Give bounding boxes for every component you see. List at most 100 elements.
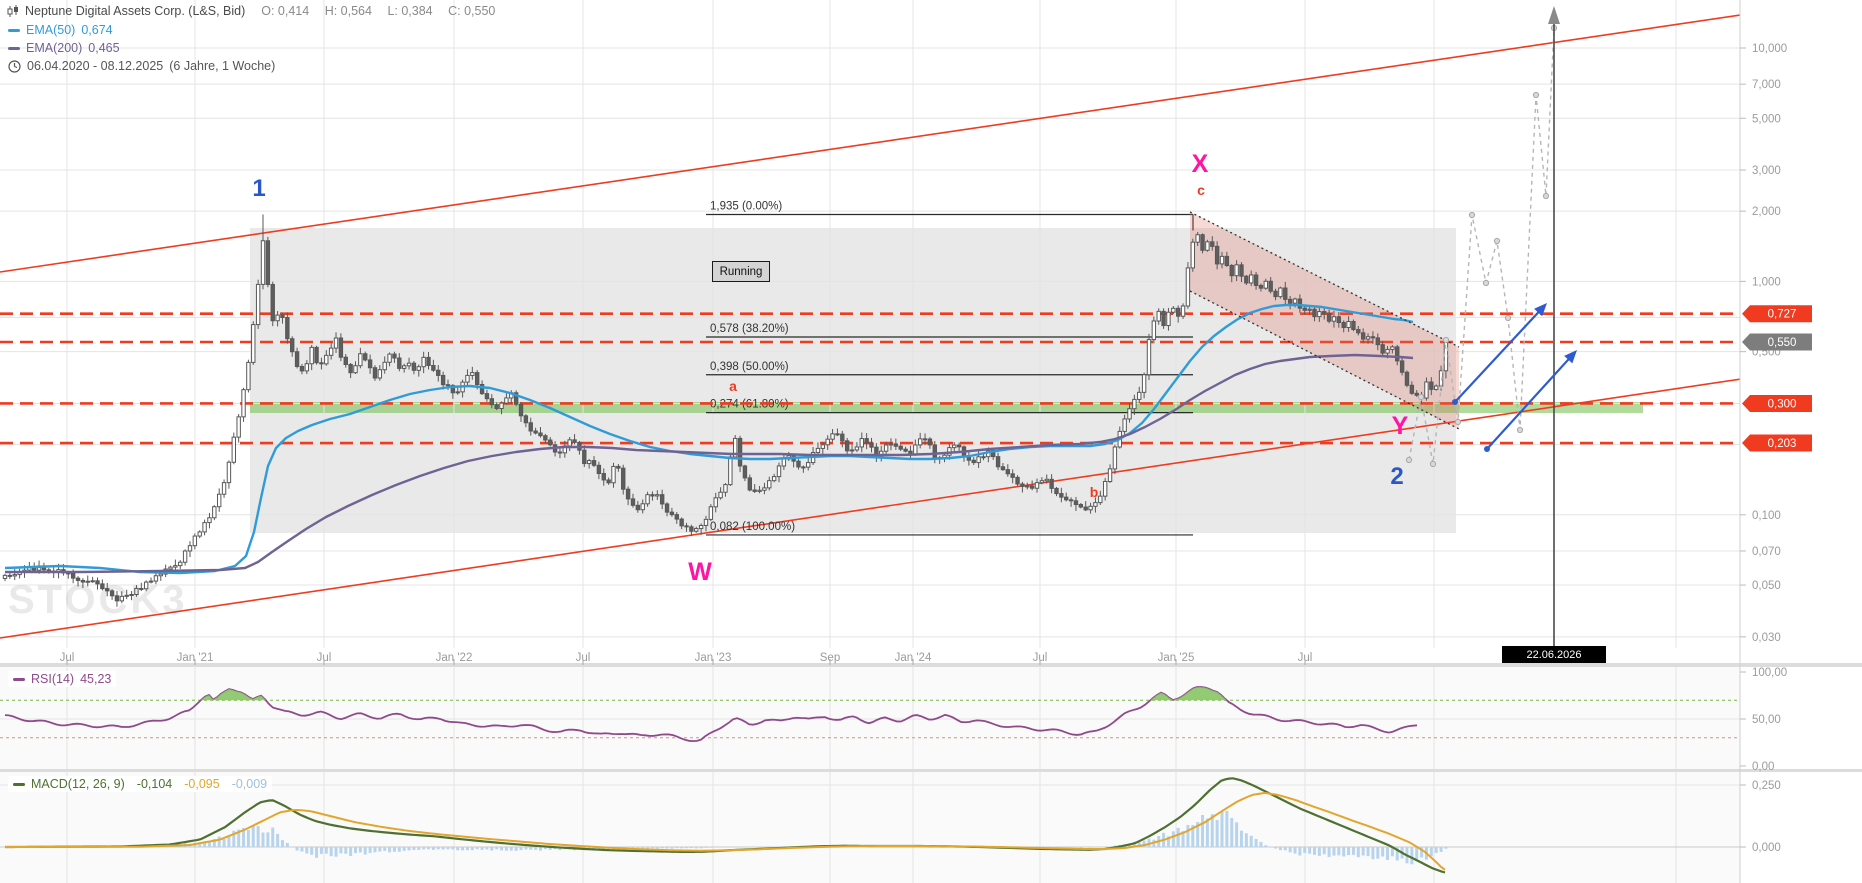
macd-histogram-bar xyxy=(651,847,654,848)
macd-histogram-bar xyxy=(515,847,518,851)
macd-histogram-bar xyxy=(675,847,678,848)
macd-histogram-bar xyxy=(198,844,201,847)
open-value: O: 0,414 xyxy=(261,4,309,18)
macd-legend-row[interactable]: MACD(12, 26, 9) -0,104 -0,095 -0,009 xyxy=(8,776,272,792)
macd-histogram-bar xyxy=(354,847,357,853)
date-range-text: 06.04.2020 - 08.12.2025 xyxy=(27,59,163,73)
macd-histogram-bar xyxy=(661,847,664,848)
low-value: L: 0,384 xyxy=(387,4,432,18)
macd-histogram-bar xyxy=(466,847,469,850)
macd-histogram-bar xyxy=(1216,820,1219,847)
high-value: H: 0,564 xyxy=(325,4,372,18)
svg-text:0,082 (100.00%): 0,082 (100.00%) xyxy=(710,521,795,533)
svg-text:1: 1 xyxy=(252,175,265,202)
macd-histogram-bar xyxy=(1342,847,1345,856)
svg-text:0,550: 0,550 xyxy=(1768,337,1797,349)
macd-histogram-bar xyxy=(1347,847,1350,855)
macd-histogram-bar xyxy=(315,847,318,858)
macd-histogram-bar xyxy=(1259,842,1262,847)
macd-histogram-bar xyxy=(1245,833,1248,847)
macd-histogram-bar xyxy=(1070,847,1073,848)
macd-histogram-bar xyxy=(690,847,693,848)
macd-histogram-bar xyxy=(442,847,445,850)
ema50-legend-row[interactable]: EMA(50) 0,674 xyxy=(8,23,113,37)
macd-histogram-bar xyxy=(281,840,284,847)
rsi-legend-row[interactable]: RSI(14) 45,23 xyxy=(8,671,116,687)
macd-histogram-bar xyxy=(1435,847,1438,853)
date-range-detail: (6 Jahre, 1 Woche) xyxy=(169,59,275,73)
instrument-legend-row[interactable]: Neptune Digital Assets Corp. (L&S, Bid) … xyxy=(6,4,507,18)
svg-text:0,00: 0,00 xyxy=(1752,761,1774,773)
macd-histogram-bar xyxy=(339,847,342,853)
price-chart-canvas[interactable]: 1,935 (0.00%)0,578 (38.20%)0,398 (50.00%… xyxy=(0,0,1862,883)
svg-text:Y: Y xyxy=(1392,412,1409,440)
macd-histogram-bar xyxy=(714,847,717,848)
macd-histogram-bar xyxy=(1186,825,1189,847)
macd-histogram-bar xyxy=(456,847,459,850)
macd-histogram-bar xyxy=(1352,847,1355,855)
macd-histogram-bar xyxy=(427,847,430,849)
macd-histogram-bar xyxy=(1279,847,1282,850)
chart-application-window: 1,935 (0.00%)0,578 (38.20%)0,398 (50.00%… xyxy=(0,0,1862,883)
macd-histogram-bar xyxy=(276,834,279,847)
macd-histogram-bar xyxy=(393,847,396,852)
svg-text:0,000: 0,000 xyxy=(1752,842,1781,854)
macd-histogram-bar xyxy=(1328,847,1331,857)
macd-signal-value: -0,095 xyxy=(184,777,219,791)
rsi-swatch-icon xyxy=(13,678,25,681)
macd-histogram-bar xyxy=(1367,847,1370,856)
macd-histogram-bar xyxy=(529,847,532,850)
macd-histogram-bar xyxy=(247,830,250,847)
macd-histogram-bar xyxy=(403,847,406,851)
macd-histogram-bar xyxy=(524,847,527,849)
macd-histogram-bar xyxy=(359,847,362,852)
macd-histogram-bar xyxy=(1221,811,1224,847)
macd-histogram-bar xyxy=(335,847,338,857)
macd-histogram-bar xyxy=(1303,847,1306,853)
macd-histogram-bar xyxy=(1230,818,1233,847)
macd-histogram-bar xyxy=(1430,847,1433,856)
rsi-label: RSI(14) xyxy=(31,672,74,686)
macd-histogram-bar xyxy=(1089,847,1092,848)
macd-histogram-bar xyxy=(1274,847,1277,849)
macd-histogram-bar xyxy=(1289,847,1292,852)
svg-text:3,000: 3,000 xyxy=(1752,165,1781,177)
svg-text:0,300: 0,300 xyxy=(1768,398,1797,410)
svg-text:100,00: 100,00 xyxy=(1752,667,1787,679)
svg-text:0,070: 0,070 xyxy=(1752,546,1781,558)
macd-histogram-bar xyxy=(1298,847,1301,856)
pane-divider xyxy=(0,769,1862,772)
macd-histogram-bar xyxy=(262,833,265,847)
ema200-legend-row[interactable]: EMA(200) 0,465 xyxy=(8,41,120,55)
macd-histogram-bar xyxy=(369,847,372,853)
macd-histogram-bar xyxy=(266,832,269,847)
macd-swatch-icon xyxy=(13,783,25,786)
macd-histogram-bar xyxy=(296,847,299,851)
macd-histogram-bar xyxy=(666,847,669,849)
macd-histogram-bar xyxy=(223,839,226,847)
ema50-swatch-icon xyxy=(8,29,20,32)
macd-histogram-bar xyxy=(1201,815,1204,847)
macd-histogram-bar xyxy=(1386,847,1389,860)
macd-histogram-bar xyxy=(300,847,303,852)
macd-histogram-bar xyxy=(252,826,255,847)
macd-histogram-bar xyxy=(1362,847,1365,855)
macd-histogram-bar xyxy=(704,847,707,848)
macd-histogram-bar xyxy=(461,847,464,850)
macd-histogram-bar xyxy=(680,847,683,848)
macd-histogram-bar xyxy=(286,843,289,847)
macd-histogram-bar xyxy=(1318,847,1321,856)
macd-histogram-bar xyxy=(1084,847,1087,848)
macd-histogram-bar xyxy=(1337,847,1340,855)
macd-histogram-bar xyxy=(1172,831,1175,847)
instrument-title: Neptune Digital Assets Corp. (L&S, Bid) xyxy=(25,4,245,18)
macd-histogram-bar xyxy=(485,847,488,849)
ema50-value: 0,674 xyxy=(81,23,112,37)
ema200-swatch-icon xyxy=(8,47,20,50)
future-date-flag[interactable]: 22.06.2026 xyxy=(1502,646,1606,663)
macd-histogram-bar xyxy=(1444,847,1447,849)
svg-text:W: W xyxy=(688,558,712,586)
running-annotation-box[interactable]: Running xyxy=(712,261,770,282)
macd-histogram-bar xyxy=(510,847,513,851)
macd-histogram-bar xyxy=(1225,811,1228,847)
